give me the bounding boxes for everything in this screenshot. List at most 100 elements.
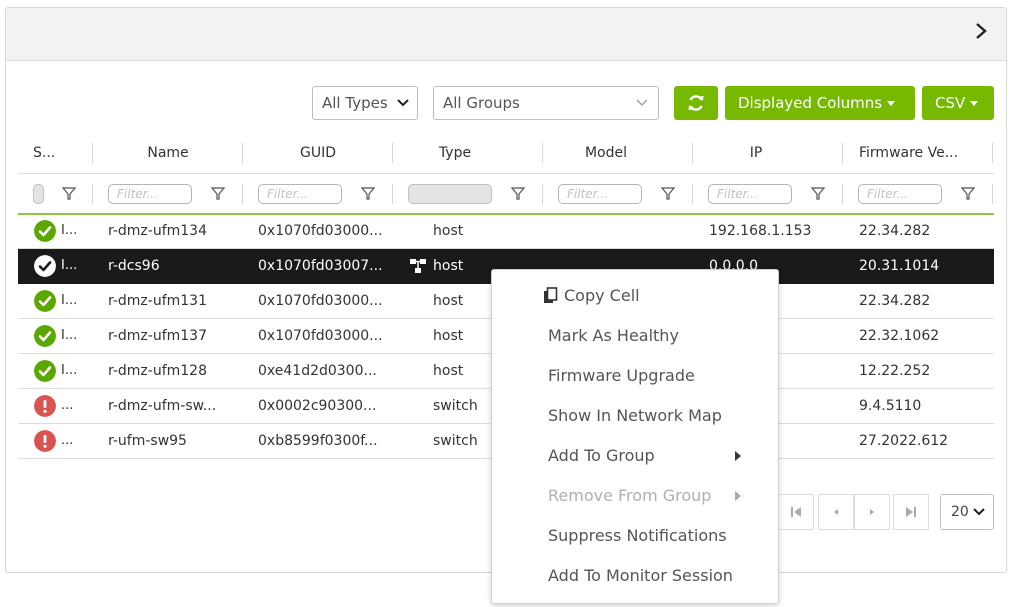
last-page-button[interactable]	[893, 494, 929, 530]
firmware-filter-input[interactable]: Filter...	[858, 184, 942, 204]
previous-page-button[interactable]	[818, 494, 854, 530]
network-topology-icon	[410, 259, 426, 273]
status-healthy-icon	[34, 325, 56, 347]
status-text: I...	[61, 223, 78, 238]
menu-item-suppress-notifications[interactable]: Suppress Notifications	[548, 524, 727, 548]
device-ip: 192.168.1.153	[709, 223, 812, 239]
filter-icon[interactable]	[661, 187, 675, 200]
device-name: r-dcs96	[108, 258, 160, 274]
type-filter-select[interactable]: All Types	[312, 86, 418, 120]
status-healthy-icon	[34, 360, 56, 382]
type-filter-value: All Types	[322, 94, 388, 112]
first-page-icon	[791, 507, 801, 517]
expand-panel-button[interactable]	[970, 18, 992, 44]
chevron-down-icon	[973, 495, 985, 529]
filter-divider	[92, 184, 93, 204]
status-text: I...	[61, 328, 78, 343]
device-name: r-ufm-sw95	[108, 433, 187, 449]
name-filter-input[interactable]: Filter...	[108, 184, 192, 204]
column-header-firmware[interactable]: Firmware Ve...	[859, 142, 979, 164]
column-divider[interactable]	[842, 143, 843, 163]
column-divider[interactable]	[992, 143, 993, 163]
last-page-icon	[906, 507, 916, 517]
next-page-icon	[870, 509, 874, 515]
filter-divider	[242, 184, 243, 204]
device-firmware: 12.22.252	[859, 363, 931, 379]
device-guid: 0x1070fd03000...	[258, 293, 383, 309]
refresh-button[interactable]	[674, 86, 718, 120]
ip-filter-input[interactable]: Filter...	[708, 184, 792, 204]
column-header-status[interactable]: S...	[33, 142, 73, 164]
table-row[interactable]: I... r-dmz-ufm134 0x1070fd03000... host 192.…	[18, 214, 994, 249]
device-firmware: 22.32.1062	[859, 328, 940, 344]
filter-divider	[542, 184, 543, 204]
next-page-button[interactable]	[854, 494, 890, 530]
status-healthy-icon	[34, 220, 56, 242]
menu-item-firmware-upgrade[interactable]: Firmware Upgrade	[548, 364, 695, 388]
device-guid: 0xe41d2d0300...	[258, 363, 377, 379]
filter-icon[interactable]	[62, 187, 76, 200]
column-header-model[interactable]: Model	[543, 142, 669, 164]
status-healthy-icon	[34, 290, 56, 312]
page-size-select[interactable]: 20	[940, 494, 994, 530]
column-header-type[interactable]: Type	[393, 142, 517, 164]
status-text: I...	[61, 363, 78, 378]
menu-item-show-in-network-map[interactable]: Show In Network Map	[548, 404, 722, 428]
submenu-arrow-icon	[735, 451, 741, 461]
menu-item-add-to-monitor-session[interactable]: Add To Monitor Session	[548, 564, 733, 588]
device-firmware: 27.2022.612	[859, 433, 949, 449]
filter-divider	[992, 184, 993, 204]
filter-icon[interactable]	[961, 187, 975, 200]
header-divider	[18, 173, 994, 174]
caret-down-icon	[970, 101, 979, 106]
model-filter-input[interactable]: Filter...	[558, 184, 642, 204]
chevron-right-icon	[976, 23, 987, 39]
group-filter-select[interactable]: All Groups	[433, 86, 659, 120]
column-header-name[interactable]: Name	[93, 142, 243, 164]
device-name: r-dmz-ufm134	[108, 223, 207, 239]
device-name: r-dmz-ufm128	[108, 363, 207, 379]
device-guid: 0x1070fd03000...	[258, 223, 383, 239]
group-filter-value: All Groups	[443, 94, 520, 112]
filter-icon[interactable]	[211, 187, 225, 200]
column-header-guid[interactable]: GUID	[243, 142, 393, 164]
menu-item-add-to-group[interactable]: Add To Group	[548, 444, 655, 468]
device-guid: 0x1070fd03000...	[258, 328, 383, 344]
previous-page-icon	[834, 509, 838, 515]
filter-divider	[692, 184, 693, 204]
menu-item-mark-as-healthy[interactable]: Mark As Healthy	[548, 324, 679, 348]
device-name: r-dmz-ufm137	[108, 328, 207, 344]
caret-down-icon	[887, 101, 896, 106]
type-filter-input[interactable]	[408, 184, 492, 204]
chevron-down-icon	[636, 87, 648, 119]
device-guid: 0xb8599f0300f...	[258, 433, 378, 449]
menu-item-copy-cell[interactable]: Copy Cell	[564, 284, 640, 308]
chevron-down-icon	[397, 87, 409, 119]
displayed-columns-label: Displayed Columns	[738, 94, 883, 112]
csv-button[interactable]: CSV	[922, 86, 994, 120]
first-page-button[interactable]	[778, 494, 814, 530]
device-type: host	[433, 223, 464, 239]
device-guid: 0x1070fd03007...	[258, 258, 383, 274]
device-firmware: 22.34.282	[859, 293, 931, 309]
device-firmware: 20.31.1014	[859, 258, 940, 274]
device-guid: 0x0002c90300...	[258, 398, 377, 414]
copy-icon	[544, 287, 558, 303]
page-size-value: 20	[951, 504, 969, 520]
filter-divider	[392, 184, 393, 204]
column-header-ip[interactable]: IP	[693, 142, 819, 164]
filter-icon[interactable]	[511, 187, 525, 200]
guid-filter-input[interactable]: Filter...	[258, 184, 342, 204]
filter-divider	[842, 184, 843, 204]
panel-header	[6, 8, 1006, 61]
menu-item-remove-from-group: Remove From Group	[548, 486, 712, 505]
status-text: ...	[61, 433, 74, 448]
status-filter-input[interactable]	[33, 184, 44, 204]
device-firmware: 22.34.282	[859, 223, 931, 239]
displayed-columns-button[interactable]: Displayed Columns	[725, 86, 915, 120]
device-name: r-dmz-ufm131	[108, 293, 207, 309]
filter-icon[interactable]	[811, 187, 825, 200]
status-error-icon	[34, 395, 56, 417]
filter-icon[interactable]	[361, 187, 375, 200]
status-text: ...	[61, 398, 74, 413]
